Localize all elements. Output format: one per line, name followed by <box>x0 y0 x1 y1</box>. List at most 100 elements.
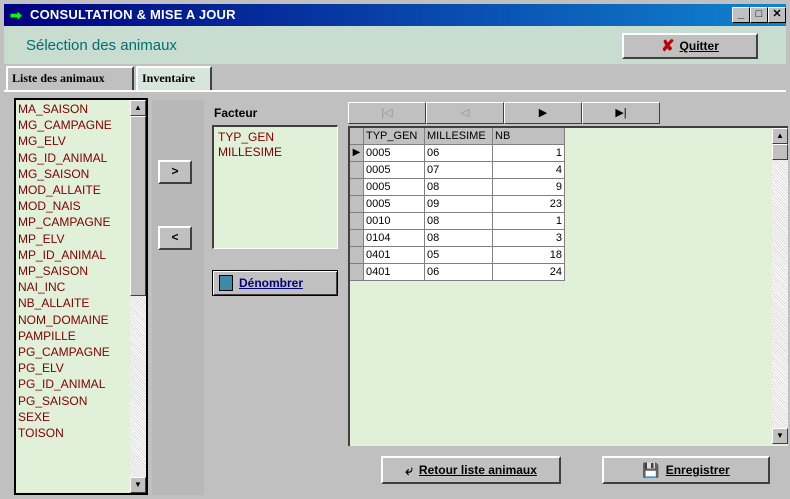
floppy-disk-icon: 💾 <box>642 462 660 478</box>
nav-prev-button[interactable]: ◁ <box>426 102 504 124</box>
grid-cell: 1 <box>493 213 565 230</box>
row-selector[interactable] <box>350 162 364 179</box>
animal-field-item[interactable]: MP_ID_ANIMAL <box>18 247 130 263</box>
animal-field-item[interactable]: MG_SAISON <box>18 166 130 182</box>
factor-label: Facteur <box>214 106 258 120</box>
row-selector[interactable] <box>350 179 364 196</box>
column-header: MILLESIME <box>425 128 493 145</box>
animal-field-item[interactable]: TOISON <box>18 425 130 441</box>
grid-scrollbar[interactable]: ▲ ▼ <box>772 128 788 444</box>
list-scroll-thumb[interactable] <box>130 116 146 296</box>
animal-field-item[interactable]: MG_CAMPAGNE <box>18 117 130 133</box>
scroll-up-icon[interactable]: ▲ <box>130 100 146 116</box>
grid-cell: 08 <box>425 213 493 230</box>
save-button[interactable]: 💾 Enregistrer <box>602 456 770 484</box>
grid-cell: 07 <box>425 162 493 179</box>
animal-field-item[interactable]: SEXE <box>18 409 130 425</box>
title-bar: ➡ CONSULTATION & MISE A JOUR _ □ ✕ <box>4 4 786 26</box>
maximize-button[interactable]: □ <box>750 7 768 23</box>
grid-cell: 05 <box>425 247 493 264</box>
window-controls: _ □ ✕ <box>732 7 786 23</box>
remove-factor-button[interactable]: < <box>158 226 192 250</box>
animal-field-item[interactable]: MP_ELV <box>18 231 130 247</box>
animal-field-items: MA_SAISON MG_CAMPAGNE MG_ELV MG_ID_ANIMAL MG… <box>18 101 130 441</box>
quit-button-label: Quitter <box>679 39 719 53</box>
quit-button[interactable]: ✘ Quitter <box>622 33 758 59</box>
animal-field-list[interactable]: MA_SAISON MG_CAMPAGNE MG_ELV MG_ID_ANIMAL MG… <box>14 98 148 495</box>
row-selector[interactable]: ▶ <box>350 145 364 162</box>
grid-scroll-down-icon[interactable]: ▼ <box>772 428 788 444</box>
grid-cell: 9 <box>493 179 565 196</box>
row-selector[interactable] <box>350 213 364 230</box>
animal-field-item[interactable]: MP_SAISON <box>18 263 130 279</box>
grid-cell: 0104 <box>364 230 425 247</box>
count-button[interactable]: Dénombrer <box>212 270 338 296</box>
grid-scroll-thumb[interactable] <box>772 144 788 160</box>
return-arrow-icon: ⤶ <box>405 462 413 478</box>
animal-field-item[interactable]: MG_ID_ANIMAL <box>18 150 130 166</box>
grid-corner <box>350 128 364 145</box>
grid-cell: 4 <box>493 162 565 179</box>
factor-item[interactable]: MILLESIME <box>214 145 337 160</box>
animal-field-item[interactable]: MOD_ALLAITE <box>18 182 130 198</box>
row-selector[interactable] <box>350 196 364 213</box>
close-x-icon: ✘ <box>661 38 675 55</box>
nav-last-button[interactable]: ▶| <box>582 102 660 124</box>
grid-cell: 0010 <box>364 213 425 230</box>
grid-scroll-up-icon[interactable]: ▲ <box>772 128 788 144</box>
count-button-label: Dénombrer <box>239 276 304 290</box>
window-title: CONSULTATION & MISE A JOUR <box>30 7 236 22</box>
grid-cell: 0005 <box>364 196 425 213</box>
row-selector[interactable] <box>350 247 364 264</box>
animal-field-item[interactable]: MOD_NAIS <box>18 198 130 214</box>
main-window: ➡ CONSULTATION & MISE A JOUR _ □ ✕ Sélec… <box>0 0 790 499</box>
tab-inventaire[interactable]: Inventaire <box>136 66 212 90</box>
back-to-list-button[interactable]: ⤶ Retour liste animaux <box>381 456 561 484</box>
column-header: NB <box>493 128 565 145</box>
results-grid[interactable]: TYP_GEN MILLESIME NB ▶ 0005 06 1 0005 07 4 0005 08 9… <box>348 126 788 446</box>
grid-cell: 08 <box>425 179 493 196</box>
animal-field-item[interactable]: MG_ELV <box>18 133 130 149</box>
column-header: TYP_GEN <box>364 128 425 145</box>
app-arrow-icon: ➡ <box>10 7 22 23</box>
row-selector[interactable] <box>350 264 364 281</box>
animal-field-item[interactable]: PG_ELV <box>18 360 130 376</box>
section-title: Sélection des animaux <box>26 37 177 54</box>
calculator-icon <box>219 275 233 291</box>
animal-field-item[interactable]: MA_SAISON <box>18 101 130 117</box>
back-to-list-label: Retour liste animaux <box>418 463 537 477</box>
grid-cell: 1 <box>493 145 565 162</box>
grid-cell: 0005 <box>364 145 425 162</box>
row-selector[interactable] <box>350 230 364 247</box>
grid-cell: 18 <box>493 247 565 264</box>
grid-cell: 08 <box>425 230 493 247</box>
minimize-button[interactable]: _ <box>732 7 750 23</box>
nav-next-button[interactable]: ▶ <box>504 102 582 124</box>
animal-field-item[interactable]: NOM_DOMAINE <box>18 312 130 328</box>
save-button-label: Enregistrer <box>665 463 730 477</box>
grid-cell: 0401 <box>364 264 425 281</box>
grid-cell: 06 <box>425 264 493 281</box>
tab-liste-animaux[interactable]: Liste des animaux <box>6 66 134 90</box>
animal-field-item[interactable]: PG_ID_ANIMAL <box>18 376 130 392</box>
grid-cell: 0005 <box>364 162 425 179</box>
scroll-down-icon[interactable]: ▼ <box>130 477 146 493</box>
grid-cell: 0005 <box>364 179 425 196</box>
grid-cell: 06 <box>425 145 493 162</box>
animal-field-item[interactable]: NAI_INC <box>18 279 130 295</box>
animal-field-item[interactable]: PG_CAMPAGNE <box>18 344 130 360</box>
nav-first-button[interactable]: |◁ <box>348 102 426 124</box>
factor-list[interactable]: TYP_GEN MILLESIME <box>212 125 338 249</box>
list-scrollbar[interactable]: ▲ ▼ <box>130 100 146 493</box>
grid-cell: 09 <box>425 196 493 213</box>
animal-field-item[interactable]: PG_SAISON <box>18 393 130 409</box>
grid-cell: 23 <box>493 196 565 213</box>
animal-field-item[interactable]: PAMPILLE <box>18 328 130 344</box>
close-button[interactable]: ✕ <box>768 7 786 23</box>
grid-cell: 24 <box>493 264 565 281</box>
animal-field-item[interactable]: MP_CAMPAGNE <box>18 214 130 230</box>
factor-item[interactable]: TYP_GEN <box>214 127 337 145</box>
header-bar: Sélection des animaux ✘ Quitter <box>4 26 786 64</box>
animal-field-item[interactable]: NB_ALLAITE <box>18 295 130 311</box>
add-factor-button[interactable]: > <box>158 160 192 184</box>
